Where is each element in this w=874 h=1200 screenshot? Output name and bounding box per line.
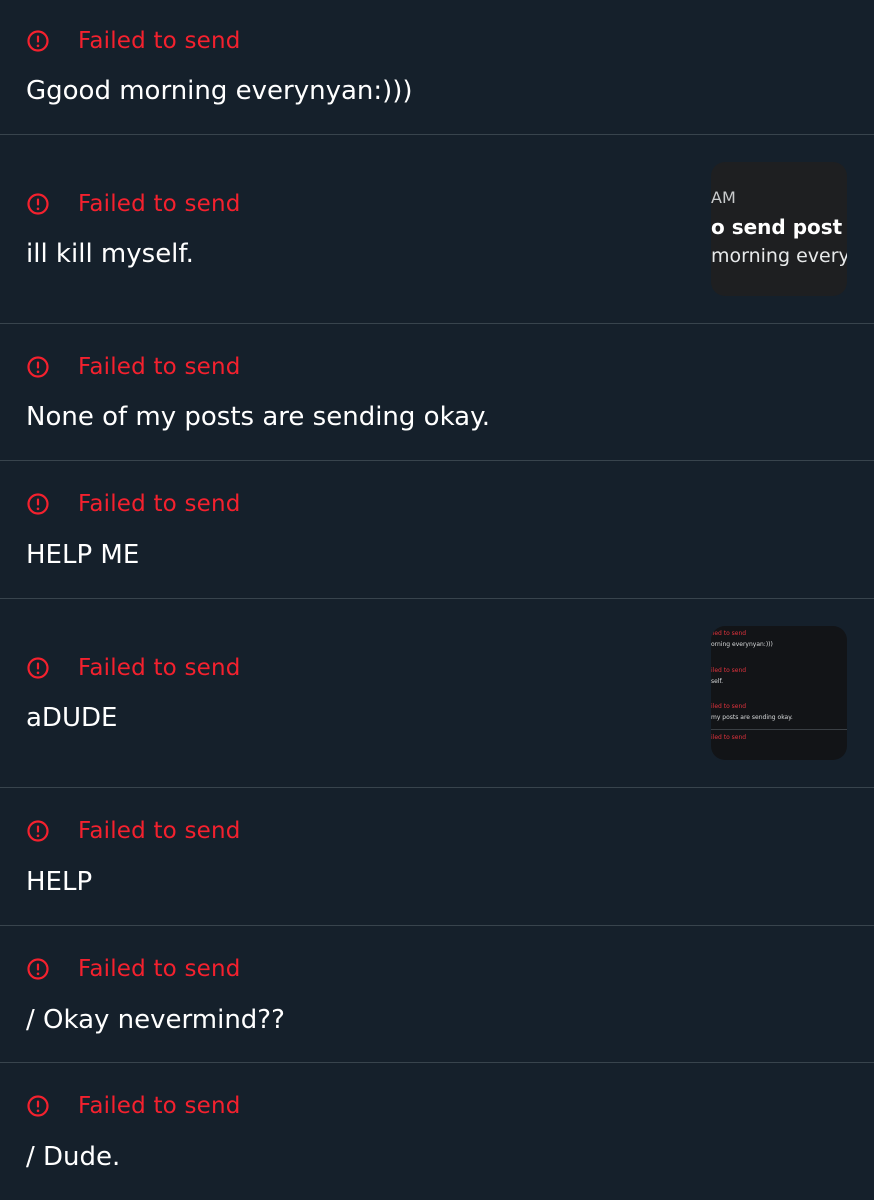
failed-to-send-label: Failed to send — [78, 818, 241, 844]
failed-to-send-label: Failed to send — [78, 28, 241, 54]
post-text: aDUDE — [26, 703, 118, 733]
thumb-text-line: orning everynyan:))) — [711, 641, 773, 648]
failed-to-send-label: Failed to send — [78, 1093, 241, 1119]
error-circle-icon — [26, 492, 50, 516]
thumb-divider — [711, 729, 847, 730]
post-text: / Okay nevermind?? — [26, 1005, 285, 1035]
post-item[interactable]: Failed to send ill kill myself. AM o sen… — [0, 135, 874, 324]
thumb-text-line: my posts are sending okay. — [711, 714, 793, 721]
post-text: Ggood morning everynyan:))) — [26, 76, 413, 106]
attached-image-thumbnail[interactable]: iled to send orning everynyan:))) iled t… — [711, 626, 847, 760]
post-item[interactable]: Failed to send HELP ME — [0, 461, 874, 599]
error-circle-icon — [26, 29, 50, 53]
post-text: / Dude. — [26, 1142, 121, 1172]
send-status: Failed to send — [26, 352, 241, 382]
failed-to-send-label: Failed to send — [78, 191, 241, 217]
failed-to-send-label: Failed to send — [78, 956, 241, 982]
post-item[interactable]: Failed to send Ggood morning everynyan:)… — [0, 0, 874, 135]
error-circle-icon — [26, 957, 50, 981]
thumb-text-line: iled to send — [711, 630, 747, 637]
error-circle-icon — [26, 355, 50, 379]
post-item[interactable]: Failed to send / Dude. — [0, 1063, 874, 1200]
thumb-text-line: iled to send — [711, 734, 747, 741]
post-item[interactable]: Failed to send HELP — [0, 788, 874, 926]
send-status: Failed to send — [26, 26, 241, 56]
post-text: ill kill myself. — [26, 239, 194, 269]
send-status: Failed to send — [26, 189, 241, 219]
send-status: Failed to send — [26, 1091, 241, 1121]
send-status: Failed to send — [26, 954, 241, 984]
error-circle-icon — [26, 1094, 50, 1118]
send-status: Failed to send — [26, 816, 241, 846]
post-text: HELP ME — [26, 540, 140, 570]
thumb-text-line: AM — [711, 188, 736, 207]
error-circle-icon — [26, 192, 50, 216]
post-item[interactable]: Failed to send aDUDE iled to send orning… — [0, 599, 874, 788]
post-text: HELP — [26, 867, 93, 897]
send-status: Failed to send — [26, 653, 241, 683]
post-text: None of my posts are sending okay. — [26, 402, 491, 432]
send-status: Failed to send — [26, 489, 241, 519]
failed-to-send-label: Failed to send — [78, 491, 241, 517]
post-item[interactable]: Failed to send / Okay nevermind?? — [0, 926, 874, 1063]
attached-image-thumbnail[interactable]: AM o send post morning everyny — [711, 162, 847, 296]
thumb-text-line: iled to send — [711, 703, 747, 710]
failed-to-send-label: Failed to send — [78, 354, 241, 380]
failed-to-send-label: Failed to send — [78, 655, 241, 681]
thumb-text-line: o send post — [711, 215, 843, 239]
thumb-text-line: morning everyny — [711, 245, 847, 267]
post-item[interactable]: Failed to send None of my posts are send… — [0, 324, 874, 461]
thumb-text-line: iled to send — [711, 667, 747, 674]
error-circle-icon — [26, 656, 50, 680]
thumb-text-line: self. — [711, 678, 724, 685]
error-circle-icon — [26, 819, 50, 843]
